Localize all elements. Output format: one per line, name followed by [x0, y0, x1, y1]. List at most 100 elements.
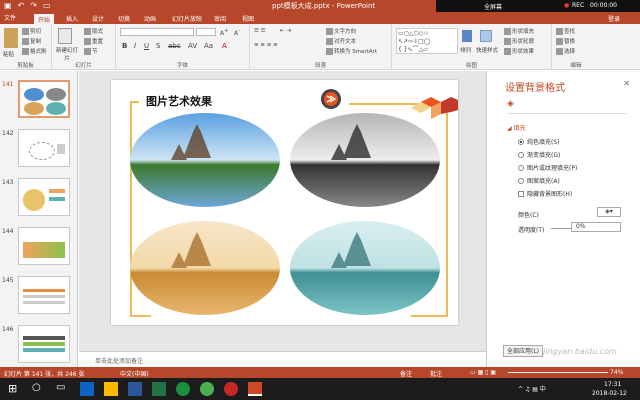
arrange-button[interactable]: 排列 [460, 46, 471, 54]
slide-graphics [130, 89, 458, 317]
new-slide-icon[interactable] [58, 28, 72, 44]
tab-file[interactable]: 文件 [0, 13, 22, 23]
quick-styles-icon[interactable] [480, 30, 492, 42]
font-name-select[interactable] [120, 28, 194, 36]
italic-icon[interactable]: I [134, 42, 136, 50]
font-color-icon[interactable]: A [222, 42, 227, 50]
slide-title[interactable]: 图片艺术效果 [146, 93, 212, 109]
chrome-icon[interactable] [200, 382, 214, 396]
font-size-select[interactable] [196, 28, 216, 36]
powerpoint-icon[interactable] [248, 382, 262, 396]
shape-effects-button[interactable]: 形状效果 [504, 47, 534, 55]
outlook-icon[interactable] [80, 382, 94, 396]
tab-design[interactable]: 设计 [92, 14, 104, 23]
login-link[interactable]: 登录 [608, 14, 620, 23]
comments-toggle[interactable]: 批注 [430, 369, 442, 378]
word-icon[interactable] [128, 382, 142, 396]
reset-button[interactable]: 重置 [84, 37, 103, 45]
tab-view[interactable]: 视图 [242, 14, 254, 23]
thumbnail-slide-144[interactable] [18, 227, 70, 265]
task-view-icon[interactable]: ▭ [56, 382, 70, 396]
paste-icon[interactable] [4, 28, 18, 48]
excel-icon[interactable] [152, 382, 166, 396]
notes-pane[interactable]: 单击此处添加备注 [79, 351, 486, 367]
shape-fill-button[interactable]: 形状填充 [504, 27, 534, 35]
thumbnail-slide-143[interactable] [18, 178, 70, 216]
thumb-number: 143 [2, 179, 14, 186]
color-picker-button[interactable]: ◈▾ [597, 207, 621, 217]
quick-styles-button[interactable]: 快速样式 [476, 46, 498, 54]
paint-bucket-icon[interactable]: ◈ [507, 99, 514, 109]
browser-icon[interactable] [176, 382, 190, 396]
option-pattern-fill[interactable]: 图案填充(A) [518, 176, 560, 185]
tab-insert[interactable]: 插入 [66, 14, 78, 23]
align-text-button[interactable]: 对齐文本 [326, 37, 356, 45]
thumbnail-slide-141[interactable] [18, 80, 70, 118]
zoom-level[interactable]: 74% [610, 369, 623, 376]
tab-animations[interactable]: 动画 [144, 14, 156, 23]
recorder-app-icon[interactable] [224, 382, 238, 396]
arrange-icon[interactable] [462, 30, 472, 42]
search-icon[interactable]: ○ [32, 382, 46, 396]
language[interactable]: 中文(中国) [120, 369, 149, 378]
paste-button[interactable]: 粘贴 [3, 50, 14, 58]
text-direction-button[interactable]: 文字方向 [326, 27, 356, 35]
new-slide-button[interactable]: 新建幻灯片 [54, 46, 80, 62]
present-icon[interactable]: ▭ [43, 1, 51, 10]
char-spacing-icon[interactable]: AV [188, 42, 197, 50]
hide-bg-checkbox[interactable]: 隐藏背景图形(H) [518, 189, 572, 198]
windows-start-icon[interactable]: ⊞ [8, 382, 22, 396]
shape-outline-button[interactable]: 形状轮廓 [504, 37, 534, 45]
tray-icons[interactable]: ^ ♫ ▤ 中 [518, 384, 546, 393]
file-explorer-icon[interactable] [104, 382, 118, 396]
taskbar: ⊞ ○ ▭ ^ ♫ ▤ 中 17:31 2018-02-12 [0, 378, 640, 400]
save-icon[interactable]: ▣ [4, 1, 12, 10]
fullscreen-label[interactable]: 全屏幕 [484, 2, 502, 11]
select-button[interactable]: 选择 [556, 47, 575, 55]
notes-toggle[interactable]: 备注 [400, 369, 412, 378]
replace-button[interactable]: 替换 [556, 37, 575, 45]
align-icons[interactable]: ≡ ≡ ≡ ≡ [254, 42, 278, 48]
option-gradient-fill[interactable]: 渐变填充(G) [518, 150, 560, 159]
shadow-icon[interactable]: S [156, 42, 160, 50]
text-direction-icon [326, 28, 333, 35]
section-button[interactable]: 节 [84, 47, 98, 55]
redo-icon[interactable]: ↷ [30, 1, 37, 10]
indent-icon[interactable]: ⇤ ⇥ [280, 28, 291, 34]
thumbnail-slide-142[interactable] [18, 129, 70, 167]
fill-section-header[interactable]: ◢ 填充 [507, 123, 526, 132]
cut-button[interactable]: 剪切 [22, 27, 41, 35]
copy-button[interactable]: 复制 [22, 37, 41, 45]
thumbnail-slide-146[interactable] [18, 325, 70, 363]
group-slides: 新建幻灯片 版式 重置 节 幻灯片 [52, 24, 116, 70]
tab-home[interactable]: 开始 [34, 14, 55, 24]
smartart-button[interactable]: 转换为 SmartArt [326, 47, 377, 55]
rec-time: 00:00:00 [590, 2, 617, 9]
font-grow-icon[interactable]: A+ [220, 28, 228, 37]
thumbnail-slide-145[interactable] [18, 276, 70, 314]
find-button[interactable]: 查找 [556, 27, 575, 35]
layout-button[interactable]: 版式 [84, 27, 103, 35]
underline-icon[interactable]: U [144, 42, 149, 50]
bullets-icon[interactable]: ☰ ☰ [254, 28, 266, 34]
tab-review[interactable]: 审阅 [214, 14, 226, 23]
tab-transitions[interactable]: 切换 [118, 14, 130, 23]
strikethrough-icon[interactable]: abc [168, 42, 181, 50]
change-case-icon[interactable]: Aa [204, 42, 213, 50]
transparency-input[interactable]: 0% [571, 222, 621, 232]
option-solid-fill[interactable]: 纯色填充(S) [518, 137, 560, 146]
zoom-slider[interactable] [508, 372, 608, 373]
undo-icon[interactable]: ↶ [18, 1, 25, 10]
decor-cubes-icon [411, 97, 458, 119]
slide[interactable]: 图片艺术效果 [111, 80, 458, 325]
bold-icon[interactable]: B [122, 42, 127, 50]
shapes-gallery[interactable]: ▭○△⬡◇☆ ↖↗⇨⇩□◯{ }∿⌒△▱ [396, 28, 458, 54]
format-painter-button[interactable]: 格式刷 [22, 47, 47, 55]
option-picture-fill[interactable]: 图片或纹理填充(P) [518, 163, 577, 172]
reset-icon [84, 38, 91, 45]
apply-all-button[interactable]: 全部应用(L) [503, 345, 543, 357]
view-buttons[interactable]: ▭ ▦ ▯ ▣ [470, 369, 496, 376]
tab-slideshow[interactable]: 幻灯片放映 [172, 14, 202, 23]
font-shrink-icon[interactable]: A- [234, 28, 240, 37]
close-icon[interactable]: ✕ [623, 79, 630, 88]
